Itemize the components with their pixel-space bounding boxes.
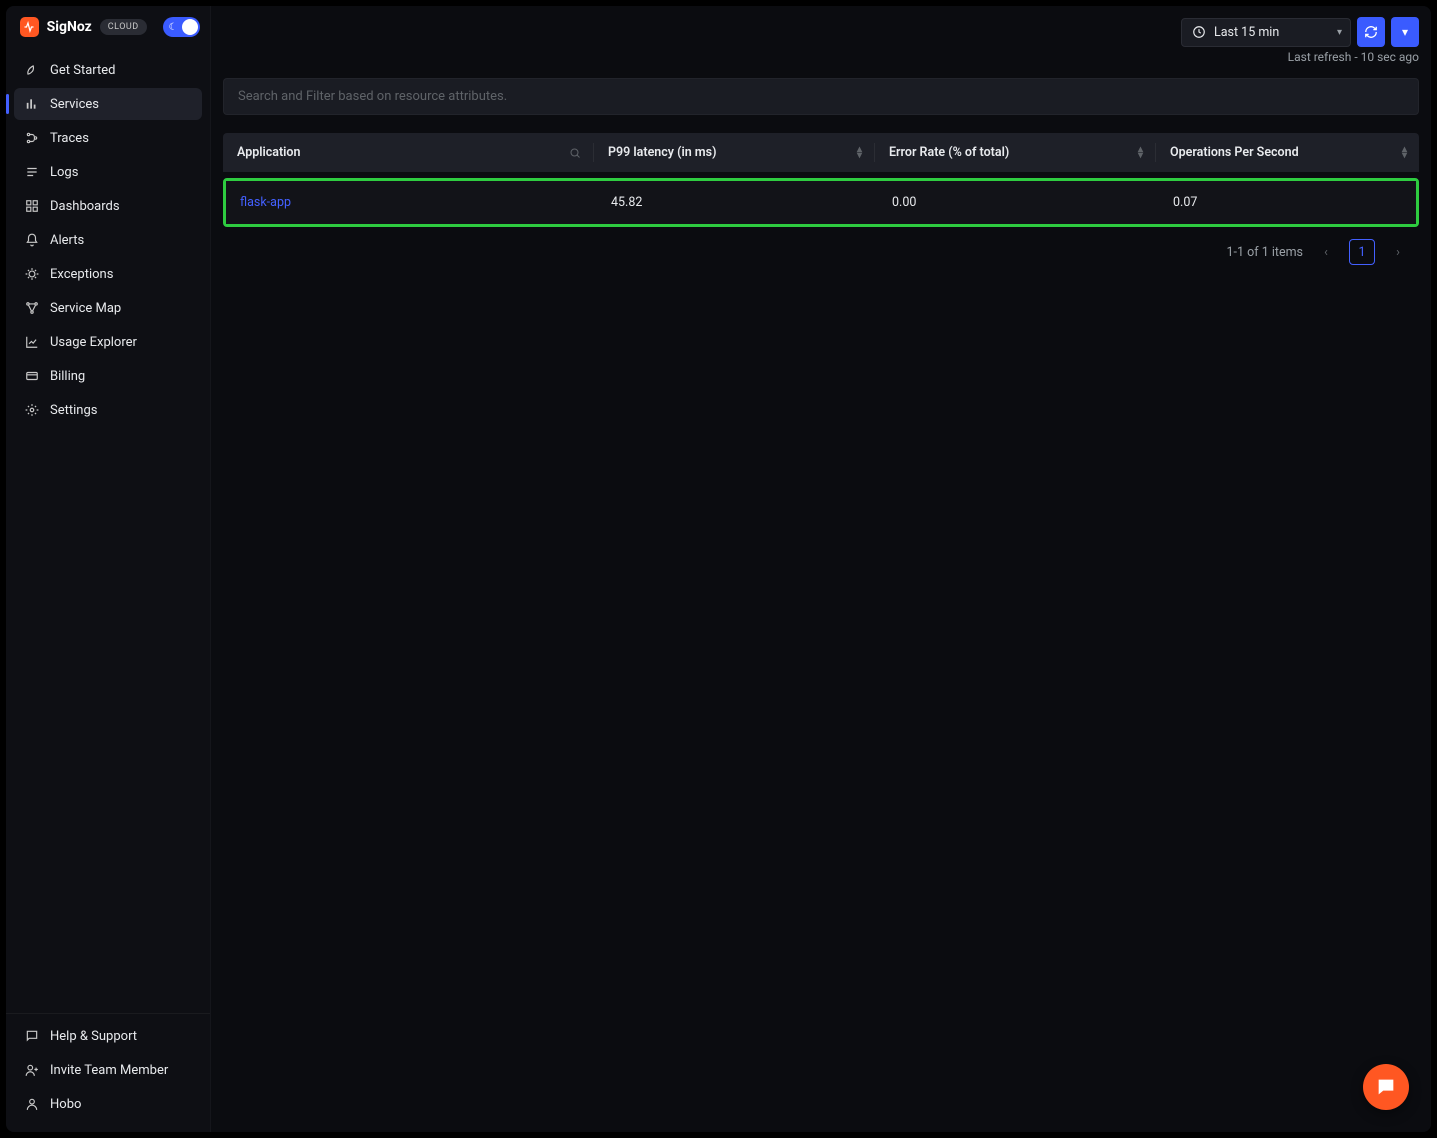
pager-page-1[interactable]: 1 [1349, 239, 1375, 265]
last-refresh-text: Last refresh - 10 sec ago [1288, 50, 1419, 64]
sidebar-item-get-started[interactable]: Get Started [14, 54, 202, 86]
sidebar-item-invite[interactable]: Invite Team Member [14, 1054, 202, 1086]
user-plus-icon [24, 1062, 40, 1078]
moon-icon: ☾ [169, 22, 178, 33]
intercom-fab[interactable] [1363, 1064, 1409, 1110]
chat-icon [24, 1028, 40, 1044]
chart-icon [24, 334, 40, 350]
highlighted-row: flask-app 45.82 0.00 0.07 [223, 178, 1419, 227]
chevron-left-icon: ‹ [1324, 245, 1328, 260]
sidebar-item-label: Usage Explorer [50, 335, 137, 350]
col-application[interactable]: Application [223, 133, 593, 172]
bell-icon [24, 232, 40, 248]
card-icon [24, 368, 40, 384]
clock-icon [1192, 25, 1206, 39]
sidebar-footer: Help & Support Invite Team Member Hobo [6, 1013, 210, 1132]
caret-down-icon: ▾ [1402, 25, 1408, 39]
sidebar-item-logs[interactable]: Logs [14, 156, 202, 188]
sidebar-item-label: Alerts [50, 233, 84, 248]
sidebar-item-label: Get Started [50, 63, 115, 78]
sidebar-item-label: Services [50, 97, 99, 112]
sidebar-item-label: Traces [50, 131, 89, 146]
sidebar-item-label: Hobo [50, 1097, 81, 1112]
sidebar-item-label: Invite Team Member [50, 1063, 168, 1078]
rocket-icon [24, 62, 40, 78]
sidebar: SigNoz CLOUD ☾ Get Started Services [6, 6, 211, 1132]
sidebar-item-service-map[interactable]: Service Map [14, 292, 202, 324]
sidebar-item-label: Dashboards [50, 199, 120, 214]
cell-ops: 0.07 [1159, 181, 1416, 224]
col-error-rate[interactable]: Error Rate (% of total) ▴▾ [875, 133, 1155, 172]
col-label: Application [237, 145, 300, 160]
chevron-right-icon: › [1396, 245, 1400, 260]
application-link[interactable]: flask-app [226, 181, 596, 224]
col-p99[interactable]: P99 latency (in ms) ▴▾ [594, 133, 874, 172]
pager-prev[interactable]: ‹ [1313, 239, 1339, 265]
sidebar-item-services[interactable]: Services [14, 88, 202, 120]
sidebar-item-alerts[interactable]: Alerts [14, 224, 202, 256]
col-label: Error Rate (% of total) [889, 145, 1009, 160]
sidebar-item-dashboards[interactable]: Dashboards [14, 190, 202, 222]
pager-summary: 1-1 of 1 items [1227, 245, 1303, 260]
time-range-picker[interactable]: Last 15 min ▾ [1181, 18, 1351, 47]
sidebar-item-label: Exceptions [50, 267, 113, 282]
search-input[interactable]: Search and Filter based on resource attr… [223, 78, 1419, 115]
toggle-knob [182, 19, 198, 35]
sidebar-nav: Get Started Services Traces Logs [6, 48, 210, 1013]
chevron-down-icon: ▾ [1337, 27, 1342, 38]
branch-icon [24, 130, 40, 146]
user-icon [24, 1096, 40, 1112]
page-number: 1 [1358, 245, 1365, 260]
pager-next[interactable]: › [1385, 239, 1411, 265]
theme-toggle[interactable]: ☾ [163, 17, 200, 37]
sidebar-item-label: Service Map [50, 301, 121, 316]
time-range-label: Last 15 min [1214, 25, 1279, 40]
search-placeholder: Search and Filter based on resource attr… [238, 89, 507, 104]
content-area: Search and Filter based on resource attr… [211, 50, 1431, 289]
brand-name: SigNoz [47, 19, 92, 35]
services-table: Application P99 latency (in ms) ▴▾ Error… [223, 133, 1419, 277]
cell-p99: 45.82 [597, 181, 877, 224]
sidebar-item-label: Settings [50, 403, 97, 418]
topbar: Last 15 min ▾ ▾ [211, 6, 1431, 50]
bars-icon [24, 96, 40, 112]
sidebar-item-user[interactable]: Hobo [14, 1088, 202, 1120]
cell-error-rate: 0.00 [878, 181, 1158, 224]
sidebar-item-label: Logs [50, 165, 78, 180]
pagination: 1-1 of 1 items ‹ 1 › [223, 227, 1419, 277]
sort-icon[interactable]: ▴▾ [1402, 147, 1407, 159]
search-icon[interactable] [569, 147, 581, 159]
sidebar-item-usage-explorer[interactable]: Usage Explorer [14, 326, 202, 358]
map-icon [24, 300, 40, 316]
sidebar-item-label: Help & Support [50, 1029, 137, 1044]
col-label: Operations Per Second [1170, 145, 1299, 160]
cloud-badge: CLOUD [100, 19, 147, 35]
col-ops[interactable]: Operations Per Second ▴▾ [1156, 133, 1419, 172]
brand-logo [20, 17, 39, 37]
grid-icon [24, 198, 40, 214]
sidebar-item-traces[interactable]: Traces [14, 122, 202, 154]
sidebar-item-settings[interactable]: Settings [14, 394, 202, 426]
refresh-interval-button[interactable]: ▾ [1391, 17, 1419, 47]
col-label: P99 latency (in ms) [608, 145, 716, 160]
bug-icon [24, 266, 40, 282]
sidebar-item-label: Billing [50, 369, 85, 384]
list-icon [24, 164, 40, 180]
sort-icon[interactable]: ▴▾ [857, 147, 862, 159]
sort-icon[interactable]: ▴▾ [1138, 147, 1143, 159]
sidebar-item-exceptions[interactable]: Exceptions [14, 258, 202, 290]
main-panel: Last 15 min ▾ ▾ Last refresh - 10 sec ag… [211, 6, 1431, 1132]
sidebar-item-help[interactable]: Help & Support [14, 1020, 202, 1052]
table-row[interactable]: flask-app 45.82 0.00 0.07 [226, 181, 1416, 224]
sidebar-item-billing[interactable]: Billing [14, 360, 202, 392]
table-header: Application P99 latency (in ms) ▴▾ Error… [223, 133, 1419, 172]
sidebar-header: SigNoz CLOUD ☾ [6, 6, 210, 48]
refresh-button[interactable] [1357, 17, 1385, 47]
gear-icon [24, 402, 40, 418]
